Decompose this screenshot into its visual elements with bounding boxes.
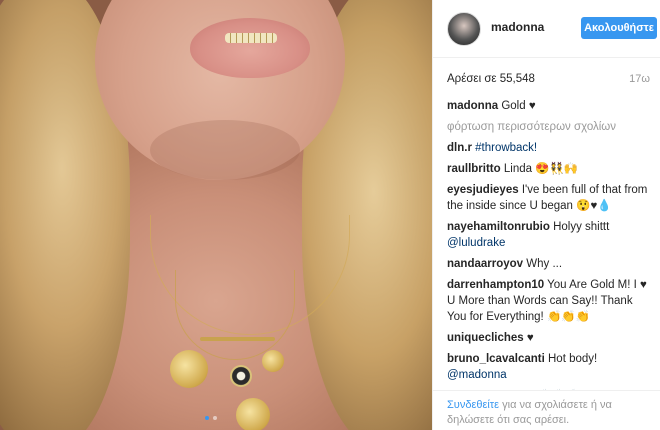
necklace-chain-inner (175, 270, 295, 360)
comment-username[interactable]: raullbritto (447, 163, 501, 175)
comment-tag-link[interactable]: @madonna (447, 369, 507, 381)
post-header: madonna Ακολουθήστε (433, 0, 660, 58)
gold-coin-pendant (170, 350, 208, 388)
comments-list: madonna Gold ♥ φόρτωση περισσότερων σχολ… (447, 98, 653, 390)
comment-username[interactable]: bruno_lcavalcanti (447, 353, 545, 365)
gold-coin-pendant (262, 350, 284, 372)
login-link[interactable]: Συνδεθείτε (447, 399, 499, 411)
comment-tag-link[interactable]: #throwback! (475, 142, 537, 154)
post-age[interactable]: 17ω (629, 73, 650, 85)
comment-text: Hot body! (548, 353, 598, 365)
avatar[interactable] (447, 12, 481, 46)
comment-username[interactable]: nandaarroyov (447, 258, 523, 270)
carousel-dot[interactable] (205, 416, 209, 420)
post-photo[interactable] (0, 0, 432, 430)
comment-item: nayehamiltonrubio Holyy shittt @luludrak… (447, 219, 653, 251)
gold-coin-pendant (236, 398, 270, 430)
comment-username[interactable]: darrenhampton10 (447, 279, 544, 291)
comment-text: Why ... (526, 258, 563, 270)
likes-count[interactable]: Αρέσει σε 55,548 (447, 73, 535, 85)
login-footer: Συνδεθείτε για να σχολιάσετε ή να δηλώσε… (433, 390, 660, 430)
comment-item: dln.r #throwback! (447, 140, 653, 156)
gold-teeth (225, 33, 277, 43)
load-more-comments[interactable]: φόρτωση περισσότερων σχολίων (447, 119, 653, 135)
comment-text: ♥ (526, 332, 534, 344)
comment-username[interactable]: uniquecliches (447, 332, 524, 344)
comment-username[interactable]: nayehamiltonrubio (447, 221, 550, 233)
follow-button[interactable]: Ακολουθήστε (581, 17, 657, 39)
username-link[interactable]: madonna (491, 20, 544, 34)
carousel-dots (205, 416, 217, 420)
caption-username[interactable]: madonna (447, 100, 498, 112)
comment-item: darrenhampton10 You Are Gold M! I ♥ U Mo… (447, 277, 653, 325)
comment-item: nandaarroyov Why ... (447, 256, 653, 272)
caption-text: Gold ♥ (501, 100, 536, 112)
comment-items: dln.r #throwback! raullbritto Linda 😍👯🙌 e… (447, 140, 653, 390)
comment-tag-link[interactable]: @luludrake (447, 237, 505, 249)
comment-username[interactable]: eyesjudieyes (447, 184, 519, 196)
comment-text: Holyy shittt (553, 221, 610, 233)
comment-item: bruno_lcavalcanti Hot body! @madonna (447, 351, 653, 383)
comment-item: uniquecliches ♥ (447, 330, 653, 346)
chin-shadow (150, 120, 300, 180)
comment-text: Linda 😍👯🙌 (503, 163, 579, 175)
necklace-pin (200, 337, 275, 341)
comment-item: raullbritto Linda 😍👯🙌 (447, 161, 653, 177)
comment-item: eyesjudieyes I've been full of that from… (447, 182, 653, 214)
lips (190, 18, 310, 78)
caption: madonna Gold ♥ (447, 98, 653, 114)
comment-username[interactable]: dln.r (447, 142, 472, 154)
post-side-panel: madonna Ακολουθήστε Αρέσει σε 55,548 17ω… (432, 0, 660, 430)
flower-pendant (230, 365, 252, 387)
carousel-dot[interactable] (213, 416, 217, 420)
